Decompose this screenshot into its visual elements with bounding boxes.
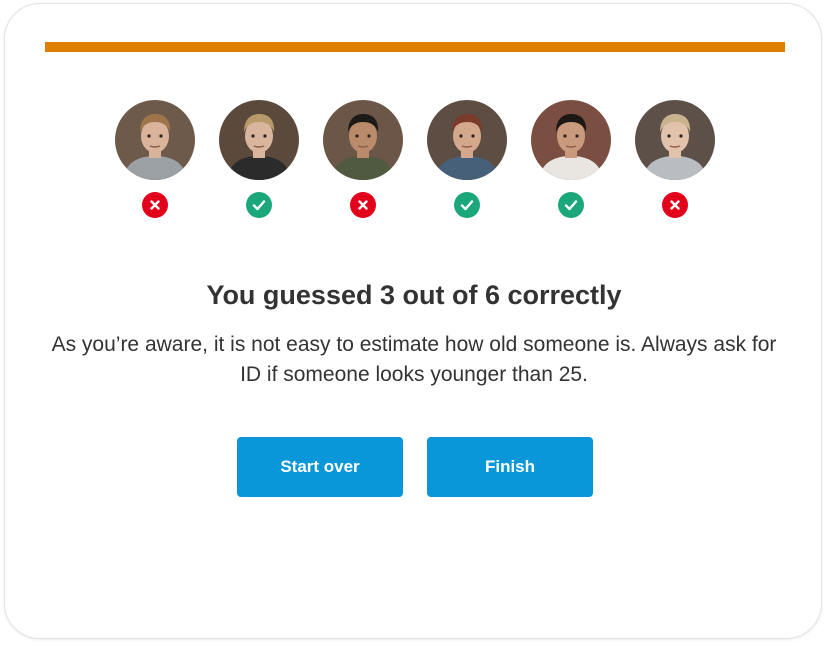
check-icon xyxy=(558,192,584,218)
cross-icon xyxy=(350,192,376,218)
face-item xyxy=(219,100,299,224)
check-icon xyxy=(246,192,272,218)
face-item xyxy=(531,100,611,224)
face-photo xyxy=(219,100,299,180)
result-card: You guessed 3 out of 6 correctly As you’… xyxy=(4,3,822,639)
result-description: As you’re aware, it is not easy to estim… xyxy=(51,333,777,386)
face-item xyxy=(427,100,507,224)
cross-icon xyxy=(662,192,688,218)
finish-button[interactable]: Finish xyxy=(427,437,593,497)
face-photo xyxy=(635,100,715,180)
check-icon xyxy=(454,192,480,218)
face-item xyxy=(115,100,195,224)
face-photo xyxy=(115,100,195,180)
face-results-row xyxy=(115,100,715,224)
progress-bar xyxy=(45,42,785,52)
face-photo xyxy=(531,100,611,180)
cross-icon xyxy=(142,192,168,218)
result-title: You guessed 3 out of 6 correctly xyxy=(206,280,622,310)
face-item xyxy=(323,100,403,224)
face-item xyxy=(635,100,715,224)
face-photo xyxy=(427,100,507,180)
start-over-button[interactable]: Start over xyxy=(237,437,403,497)
progress-bar-fill xyxy=(45,42,785,52)
face-photo xyxy=(323,100,403,180)
